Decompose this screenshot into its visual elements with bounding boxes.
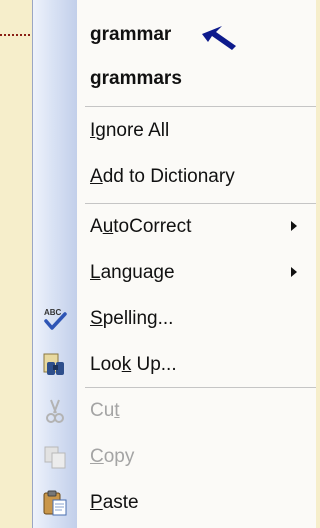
suggestion-grammar[interactable]: grammar — [33, 12, 316, 58]
menu-item-label: Language — [90, 262, 175, 283]
suggestion-label: grammar — [90, 24, 172, 45]
menu-item-label: Cut — [90, 400, 120, 421]
menu-separator — [85, 106, 316, 107]
menu-item-ignore-all[interactable]: Ignore All — [33, 108, 316, 154]
menu-item-look-up[interactable]: Look Up... — [33, 342, 316, 388]
research-binoculars-icon — [43, 353, 64, 375]
menu-item-cut[interactable]: Cut — [33, 388, 316, 434]
menu-item-label: Ignore All — [90, 120, 170, 141]
menu-item-language[interactable]: Language — [33, 250, 316, 296]
submenu-arrow-icon — [291, 221, 297, 231]
copy-icon — [44, 446, 66, 469]
menu-item-label: Look Up... — [90, 354, 177, 375]
suggestion-grammars[interactable]: grammars — [33, 56, 316, 102]
submenu-arrow-icon — [291, 267, 297, 277]
menu-item-label: Add to Dictionary — [90, 166, 235, 187]
spelling-abc-check-icon: ABC — [44, 308, 67, 330]
menu-item-paste[interactable]: Paste — [33, 480, 316, 526]
menu-item-label: AutoCorrect — [90, 216, 192, 237]
menu-item-autocorrect[interactable]: AutoCorrect — [33, 204, 316, 250]
annotation-arrow-icon — [202, 26, 236, 50]
menu-item-label: Copy — [90, 446, 135, 467]
menu-item-label: Paste — [90, 492, 139, 513]
svg-text:ABC: ABC — [44, 308, 62, 317]
menu-item-label: Spelling... — [90, 308, 174, 329]
menu-item-add-to-dictionary[interactable]: Add to Dictionary — [33, 154, 316, 200]
clipboard-paste-icon — [43, 490, 67, 516]
menu-item-spelling[interactable]: ABC Spelling... — [33, 296, 316, 342]
menu-item-copy[interactable]: Copy — [33, 434, 316, 480]
suggestion-label: grammars — [90, 68, 182, 89]
scissors-icon — [46, 399, 64, 423]
context-menu: grammar grammars Ignore All Add to Dicti… — [32, 0, 316, 528]
